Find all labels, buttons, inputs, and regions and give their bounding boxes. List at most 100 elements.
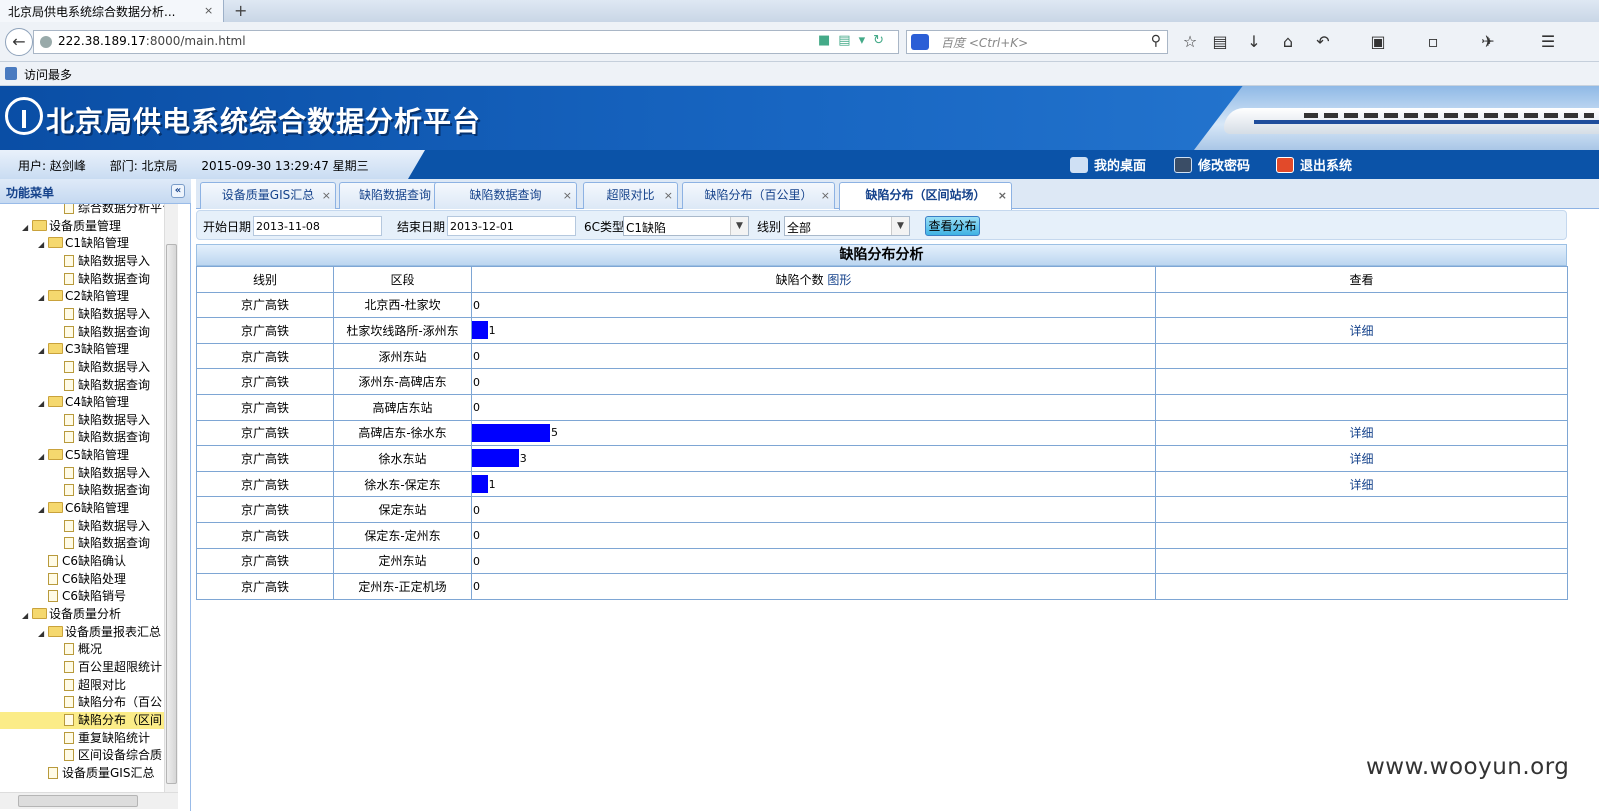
- close-icon[interactable]: ×: [821, 183, 830, 208]
- expand-toggle-icon[interactable]: ◢: [38, 289, 48, 306]
- home-icon[interactable]: ⌂: [1278, 31, 1298, 53]
- search-box[interactable]: 百度 <Ctrl+K> ⚲: [906, 30, 1168, 54]
- count-header-label: 缺陷个数: [775, 272, 824, 287]
- cell-section: 保定东站: [333, 496, 472, 523]
- line-label: 线别: [757, 220, 782, 234]
- detail-link[interactable]: 详细: [1155, 470, 1568, 498]
- share-icon[interactable]: ▫: [1423, 31, 1443, 53]
- sidebar-item[interactable]: 缺陷数据查询: [64, 324, 150, 341]
- content-tab[interactable]: 设备质量GIS汇总 ×: [200, 182, 336, 209]
- sidebar-item[interactable]: ◢ C6缺陷管理: [38, 500, 129, 517]
- sidebar-item[interactable]: 缺陷数据查询: [64, 535, 150, 552]
- content-tab[interactable]: 超限对比 ×: [583, 182, 678, 209]
- sidebar-item[interactable]: ◢ 设备质量报表汇总: [38, 624, 161, 641]
- sidebar-horizontal-scrollbar[interactable]: [0, 792, 178, 809]
- download-icon[interactable]: ↓: [1244, 31, 1264, 53]
- sidebar-item[interactable]: 百公里超限统计: [64, 659, 162, 676]
- content-tab[interactable]: 缺陷分布（区间站场） ×: [839, 182, 1012, 210]
- sidebar-item[interactable]: C6缺陷销号: [48, 588, 126, 605]
- address-bar[interactable]: 222.38.189.17:8000/main.html ■▤▾↻: [33, 30, 899, 54]
- function-menu-header: 功能菜单 «: [0, 179, 191, 204]
- crop-icon[interactable]: ▣: [1368, 31, 1388, 53]
- search-icon[interactable]: ⚲: [1151, 33, 1161, 49]
- expand-toggle-icon[interactable]: ◢: [38, 625, 48, 642]
- bookmark-most-visited[interactable]: 访问最多: [24, 68, 72, 82]
- sidebar-item[interactable]: ◢ C3缺陷管理: [38, 341, 129, 358]
- new-tab-button[interactable]: +: [234, 1, 247, 20]
- sidebar-item[interactable]: 缺陷数据导入: [64, 518, 150, 535]
- cell-section: 涿州东站: [333, 342, 472, 370]
- expand-toggle-icon[interactable]: ◢: [22, 219, 32, 236]
- detail-link[interactable]: 详细: [1155, 317, 1568, 344]
- view-distribution-button[interactable]: 查看分布: [925, 216, 980, 236]
- sidebar-item[interactable]: 缺陷数据查询: [64, 429, 150, 446]
- cell-count: 0: [471, 496, 1156, 523]
- sidebar-item[interactable]: ◢ C2缺陷管理: [38, 288, 129, 305]
- sidebar-item[interactable]: ◢ C4缺陷管理: [38, 394, 129, 411]
- expand-toggle-icon[interactable]: ◢: [38, 395, 48, 412]
- site-info-icon[interactable]: [40, 36, 52, 48]
- end-date-input[interactable]: 2013-12-01: [447, 216, 576, 236]
- start-date-input[interactable]: 2013-11-08: [253, 216, 382, 236]
- function-menu: 功能菜单 « 综合数据分析平台门户◢设备质量管理◢C1缺陷管理缺陷数据导入缺陷数…: [0, 179, 191, 811]
- content-tab[interactable]: 缺陷数据查询 ×: [434, 182, 577, 209]
- sidebar-item[interactable]: ◢ 设备质量管理: [22, 218, 121, 235]
- close-icon[interactable]: ×: [664, 183, 673, 208]
- expand-toggle-icon[interactable]: ◢: [38, 236, 48, 253]
- sidebar-item[interactable]: 缺陷数据查询: [64, 482, 150, 499]
- sidebar-item[interactable]: C6缺陷处理: [48, 571, 126, 588]
- sidebar-item[interactable]: C6缺陷确认: [48, 553, 126, 570]
- search-engine-icon[interactable]: [911, 34, 929, 50]
- file-icon: [48, 766, 58, 779]
- browser-tab[interactable]: 北京局供电系统综合数据分析... ×: [0, 0, 224, 22]
- sidebar-item[interactable]: ◢ C1缺陷管理: [38, 235, 129, 252]
- content-tab[interactable]: 缺陷分布（百公里） ×: [682, 182, 835, 209]
- address-bar-icons[interactable]: ■▤▾↻: [818, 33, 892, 48]
- chart-link[interactable]: 图形: [827, 273, 851, 287]
- sidebar-item[interactable]: 概况: [64, 641, 102, 658]
- reading-list-icon[interactable]: ▤: [1210, 31, 1230, 53]
- close-icon[interactable]: ×: [563, 183, 572, 208]
- my-desktop-link[interactable]: 我的桌面: [1070, 155, 1146, 174]
- sidebar-item[interactable]: ◢ C5缺陷管理: [38, 447, 129, 464]
- sidebar-vertical-scrollbar[interactable]: [164, 204, 178, 792]
- change-password-link[interactable]: 修改密码: [1174, 155, 1250, 174]
- back-arrow-icon[interactable]: ←: [5, 28, 33, 56]
- logout-link[interactable]: 退出系统: [1276, 155, 1352, 174]
- detail-link[interactable]: 详细: [1155, 445, 1568, 472]
- type-select[interactable]: C1缺陷 ▼: [623, 216, 749, 236]
- star-icon[interactable]: ☆: [1180, 31, 1200, 53]
- sidebar-item[interactable]: 缺陷数据导入: [64, 253, 150, 270]
- detail-link[interactable]: 详细: [1155, 419, 1568, 447]
- sidebar-item[interactable]: 综合数据分析平台门户: [64, 204, 178, 217]
- sidebar-item[interactable]: 缺陷分布（百公: [64, 694, 162, 711]
- cell-count: 3: [471, 445, 1156, 472]
- sidebar-item[interactable]: 缺陷数据查询: [64, 377, 150, 394]
- cell-count: 0: [471, 573, 1156, 600]
- sidebar-item[interactable]: 缺陷数据导入: [64, 465, 150, 482]
- sidebar-item[interactable]: ◢ 设备质量分析: [22, 606, 121, 623]
- expand-toggle-icon[interactable]: ◢: [22, 607, 32, 624]
- sidebar-item[interactable]: 缺陷数据导入: [64, 412, 150, 429]
- close-icon[interactable]: ×: [998, 183, 1007, 208]
- collapse-icon[interactable]: «: [171, 184, 185, 198]
- extension-icon[interactable]: ✈: [1478, 31, 1498, 53]
- expand-toggle-icon[interactable]: ◢: [38, 448, 48, 465]
- undo-icon[interactable]: ↶: [1313, 31, 1333, 53]
- sidebar-item[interactable]: 缺陷数据查询: [64, 271, 150, 288]
- sidebar-item[interactable]: 设备质量GIS汇总: [48, 765, 154, 782]
- file-icon: [64, 696, 74, 709]
- sidebar-item[interactable]: 超限对比: [64, 677, 126, 694]
- expand-toggle-icon[interactable]: ◢: [38, 342, 48, 359]
- line-select[interactable]: 全部 ▼: [784, 216, 910, 236]
- browser-tab-close-icon[interactable]: ×: [204, 4, 213, 17]
- sidebar-item[interactable]: 区间设备综合质: [64, 747, 162, 764]
- expand-toggle-icon[interactable]: ◢: [38, 501, 48, 518]
- close-icon[interactable]: ×: [322, 183, 331, 208]
- sidebar-item[interactable]: 缺陷分布（区间: [0, 711, 164, 729]
- sidebar-item[interactable]: 缺陷数据导入: [64, 306, 150, 323]
- sidebar-item[interactable]: 重复缺陷统计: [64, 730, 150, 747]
- defect-count-value: 0: [473, 529, 480, 543]
- menu-icon[interactable]: ☰: [1538, 31, 1558, 53]
- sidebar-item[interactable]: 缺陷数据导入: [64, 359, 150, 376]
